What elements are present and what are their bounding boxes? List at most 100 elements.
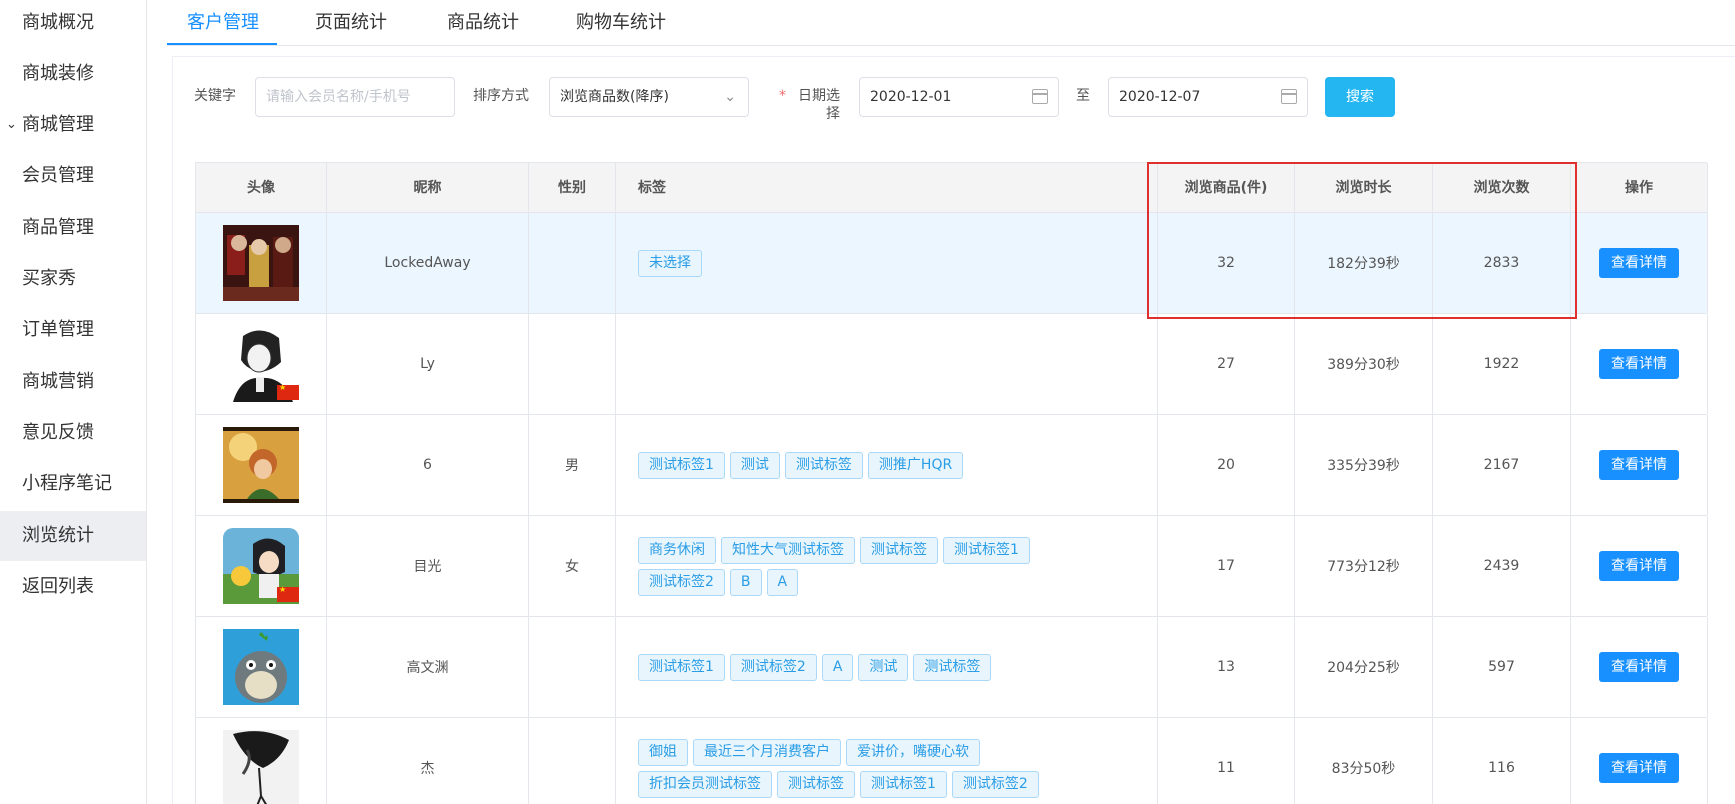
user-avatar [223, 225, 299, 301]
view-details-button[interactable]: 查看详情 [1599, 753, 1679, 783]
date-range-separator: 至 [1076, 88, 1090, 104]
table-row: 6 男 测试标签1 测试 测试标签 测推广HQR 20 335分39秒 2167… [196, 415, 1708, 516]
tag: 测试标签 [913, 653, 992, 681]
view-details-button[interactable]: 查看详情 [1599, 349, 1679, 379]
table-row: 高文渊 测试标签1 测试标签2 A 测试 测试标签 13 204分25秒 597… [196, 617, 1708, 718]
user-avatar [223, 629, 299, 705]
sidebar-item-browse-stats[interactable]: 浏览统计 [0, 511, 146, 561]
sidebar-item-overview[interactable]: 商城概况 [0, 0, 146, 48]
table-row: 杰 御姐 最近三个月消费客户 爱讲价，嘴硬心软 折扣会员测试标签 测试标签 测试… [196, 718, 1708, 804]
tag: 折扣会员测试标签 [638, 770, 772, 798]
date-label: 日期选 择 [798, 88, 840, 122]
items-viewed-cell: 13 [1158, 617, 1295, 717]
tab-cart-stats[interactable]: 购物车统计 [576, 8, 666, 38]
visits-cell: 597 [1433, 617, 1571, 717]
sidebar-item-label: 买家秀 [22, 268, 76, 289]
date-required-mark: * [779, 88, 786, 104]
sidebar-item-decoration[interactable]: 商城装修 [0, 49, 146, 99]
user-avatar [223, 427, 299, 503]
sidebar-item-label: 商城装修 [22, 63, 94, 84]
end-date-picker[interactable]: 2020-12-07 [1108, 77, 1308, 117]
sidebar-item-label: 意见反馈 [22, 422, 94, 443]
china-flag-icon [277, 383, 299, 400]
tag: 测试标签1 [638, 451, 725, 479]
nickname-cell: Ly [327, 314, 529, 414]
sidebar-item-store-management[interactable]: ⌄ 商城管理 [0, 100, 146, 150]
tag: 测试 [858, 653, 909, 681]
tag: 测试标签1 [943, 536, 1030, 564]
visits-cell: 2439 [1433, 516, 1571, 616]
active-tab-indicator [167, 43, 277, 45]
tag: 测试标签1 [860, 770, 947, 798]
duration-cell: 773分12秒 [1295, 516, 1433, 616]
tag-list [616, 314, 1158, 414]
column-header-gender: 性别 [529, 163, 616, 213]
view-details-button[interactable]: 查看详情 [1599, 551, 1679, 581]
tag: 测试标签 [860, 536, 938, 564]
end-date-value: 2020-12-07 [1119, 89, 1201, 105]
duration-cell: 204分25秒 [1295, 617, 1433, 717]
table-row: 目光 女 商务休闲 知性大气测试标签 测试标签 测试标签1 测试标签2 B A … [196, 516, 1708, 617]
sidebar-item-buyer-show[interactable]: 买家秀 [0, 254, 146, 304]
nickname-cell: 高文渊 [327, 617, 529, 717]
view-details-button[interactable]: 查看详情 [1599, 248, 1679, 278]
nickname-cell: LockedAway [327, 213, 529, 313]
start-date-picker[interactable]: 2020-12-01 [859, 77, 1059, 117]
sidebar-item-products[interactable]: 商品管理 [0, 203, 146, 253]
tab-product-stats[interactable]: 商品统计 [447, 8, 519, 38]
sidebar-item-feedback[interactable]: 意见反馈 [0, 408, 146, 458]
search-button[interactable]: 搜索 [1325, 77, 1395, 117]
tag: 测试标签2 [729, 653, 817, 681]
duration-cell: 83分50秒 [1295, 718, 1433, 804]
tab-page-stats[interactable]: 页面统计 [315, 8, 387, 38]
column-header-duration: 浏览时长 [1295, 163, 1433, 213]
gender-cell [529, 718, 616, 804]
keyword-label: 关键字 [194, 88, 236, 104]
user-avatar [223, 326, 299, 402]
gender-cell: 男 [529, 415, 616, 515]
duration-cell: 182分39秒 [1295, 213, 1433, 313]
tag: A [766, 568, 799, 596]
keyword-search-input[interactable] [255, 77, 455, 117]
gender-cell [529, 213, 616, 313]
table-row: Ly 27 389分30秒 1922 查看详情 [196, 314, 1708, 415]
user-avatar [223, 528, 299, 604]
sidebar-item-label: 商城管理 [22, 114, 94, 135]
sidebar-item-marketing[interactable]: 商城营销 [0, 357, 146, 407]
sidebar-item-label: 浏览统计 [22, 525, 94, 546]
tag: A [821, 653, 854, 681]
gender-cell [529, 314, 616, 414]
tab-customer-management[interactable]: 客户管理 [187, 8, 259, 38]
tag: 测试标签 [777, 770, 855, 798]
sidebar-item-label: 商城营销 [22, 371, 94, 392]
sidebar-item-notes[interactable]: 小程序笔记 [0, 459, 146, 509]
column-header-nickname: 昵称 [327, 163, 529, 213]
gender-cell: 女 [529, 516, 616, 616]
customer-table: 头像 昵称 性别 标签 浏览商品(件) 浏览时长 浏览次数 操作 LockedA… [195, 162, 1708, 804]
view-details-button[interactable]: 查看详情 [1599, 450, 1679, 480]
tab-bar: 客户管理 页面统计 商品统计 购物车统计 [167, 0, 1735, 46]
view-details-button[interactable]: 查看详情 [1599, 652, 1679, 682]
tag: 测推广HQR [867, 451, 964, 479]
visits-cell: 1922 [1433, 314, 1571, 414]
tag: 测试标签 [784, 451, 863, 479]
column-header-items-viewed: 浏览商品(件) [1158, 163, 1295, 213]
column-header-actions: 操作 [1571, 163, 1708, 213]
tag-list: 测试标签1 测试 测试标签 测推广HQR [638, 451, 1108, 479]
duration-cell: 335分39秒 [1295, 415, 1433, 515]
tag: 爱讲价，嘴硬心软 [846, 738, 980, 766]
tag: 知性大气测试标签 [721, 536, 855, 564]
sidebar-item-orders[interactable]: 订单管理 [0, 305, 146, 355]
sidebar-item-back-to-list[interactable]: 返回列表 [0, 562, 146, 612]
sidebar-item-members[interactable]: 会员管理 [0, 151, 146, 201]
nickname-cell: 杰 [327, 718, 529, 804]
gender-cell [529, 617, 616, 717]
tag-list: 测试标签1 测试标签2 A 测试 测试标签 [638, 653, 1108, 681]
visits-cell: 116 [1433, 718, 1571, 804]
sort-select[interactable]: 浏览商品数(降序) ⌄ [549, 77, 749, 117]
sort-label: 排序方式 [473, 88, 529, 104]
items-viewed-cell: 20 [1158, 415, 1295, 515]
column-header-visits: 浏览次数 [1433, 163, 1571, 213]
duration-cell: 389分30秒 [1295, 314, 1433, 414]
tag: 最近三个月消费客户 [693, 738, 841, 766]
